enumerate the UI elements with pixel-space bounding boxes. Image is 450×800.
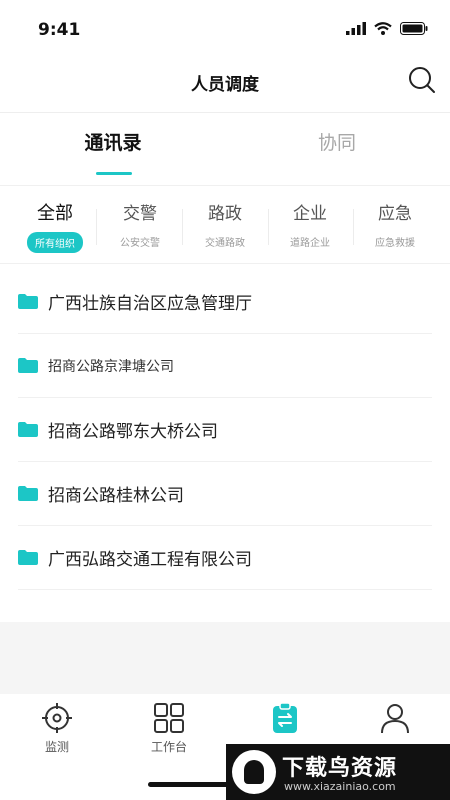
empty-area <box>0 622 450 694</box>
org-name: 广西弘路交通工程有限公司 <box>48 550 252 570</box>
category-name: 交警 <box>123 204 157 224</box>
org-name: 广西壮族自治区应急管理厅 <box>48 294 252 314</box>
tab-contacts[interactable]: 通讯录 <box>58 128 168 155</box>
search-button[interactable] <box>408 66 436 94</box>
tabs-divider <box>0 185 450 186</box>
category-filter: 全部 所有组织 交警 公安交警 路政 交通路政 企业 道路企业 应急 应急救援 <box>0 195 450 255</box>
status-time: 9:41 <box>38 20 81 40</box>
category-emergency[interactable]: 应急 应急救援 <box>352 195 438 255</box>
org-name: 招商公路鄂东大桥公司 <box>48 422 218 442</box>
header-divider <box>0 112 450 113</box>
battery-icon <box>400 22 428 35</box>
folder-icon <box>18 422 38 437</box>
status-bar: 9:41 <box>0 0 450 60</box>
category-road-admin[interactable]: 路政 交通路政 <box>182 195 268 255</box>
nav-profile[interactable] <box>350 702 440 738</box>
category-sub-label: 公安交警 <box>120 238 160 249</box>
nav-label: 工作台 <box>150 740 187 754</box>
nav-label: 监测 <box>44 740 69 754</box>
folder-icon <box>18 550 38 565</box>
signal-icon <box>346 22 366 35</box>
list-item[interactable]: 招商公路桂林公司 <box>18 462 432 526</box>
wifi-icon <box>374 22 392 35</box>
list-item[interactable]: 招商公路京津塘公司 <box>18 334 432 398</box>
org-name: 招商公路桂林公司 <box>48 486 184 506</box>
user-icon <box>381 704 409 734</box>
list-item[interactable]: 广西弘路交通工程有限公司 <box>18 526 432 590</box>
category-sub-label: 道路企业 <box>290 238 330 249</box>
header: 人员调度 <box>0 60 450 112</box>
tab-active-indicator <box>96 172 132 175</box>
search-icon <box>409 67 435 93</box>
target-icon <box>42 703 72 733</box>
org-name: 招商公路京津塘公司 <box>48 358 174 375</box>
folder-icon <box>18 294 38 309</box>
nav-monitor[interactable]: 监测 <box>12 702 102 755</box>
category-name: 企业 <box>293 204 327 224</box>
list-item[interactable]: 广西壮族自治区应急管理厅 <box>18 270 432 334</box>
nav-workbench[interactable]: 工作台 <box>124 702 214 755</box>
watermark-title: 下载鸟资源 <box>282 756 398 781</box>
bird-logo-icon <box>232 750 276 794</box>
category-sub-label: 所有组织 <box>27 232 83 253</box>
category-all[interactable]: 全部 所有组织 <box>12 195 98 255</box>
status-icons <box>346 22 428 35</box>
folder-icon <box>18 358 38 373</box>
watermark: 下载鸟资源 www.xiazainiao.com <box>226 744 450 800</box>
category-sub-label: 应急救援 <box>375 238 415 249</box>
tab-bar: 通讯录 协同 <box>0 128 450 180</box>
tab-collaboration[interactable]: 协同 <box>282 128 392 155</box>
category-name: 应急 <box>378 204 412 224</box>
category-traffic-police[interactable]: 交警 公安交警 <box>97 195 183 255</box>
page-title: 人员调度 <box>191 75 259 95</box>
category-sub-label: 交通路政 <box>205 238 245 249</box>
category-enterprise[interactable]: 企业 道路企业 <box>267 195 353 255</box>
folder-icon <box>18 486 38 501</box>
nav-dispatch[interactable] <box>240 702 330 738</box>
watermark-url: www.xiazainiao.com <box>284 780 396 793</box>
category-name: 路政 <box>208 204 242 224</box>
list-item[interactable]: 招商公路鄂东大桥公司 <box>18 398 432 462</box>
grid-icon <box>154 703 184 733</box>
category-name: 全部 <box>37 203 73 224</box>
clipboard-icon <box>273 702 297 733</box>
categories-divider <box>0 263 450 264</box>
org-list: 广西壮族自治区应急管理厅 招商公路京津塘公司 招商公路鄂东大桥公司 招商公路桂林… <box>0 270 450 590</box>
